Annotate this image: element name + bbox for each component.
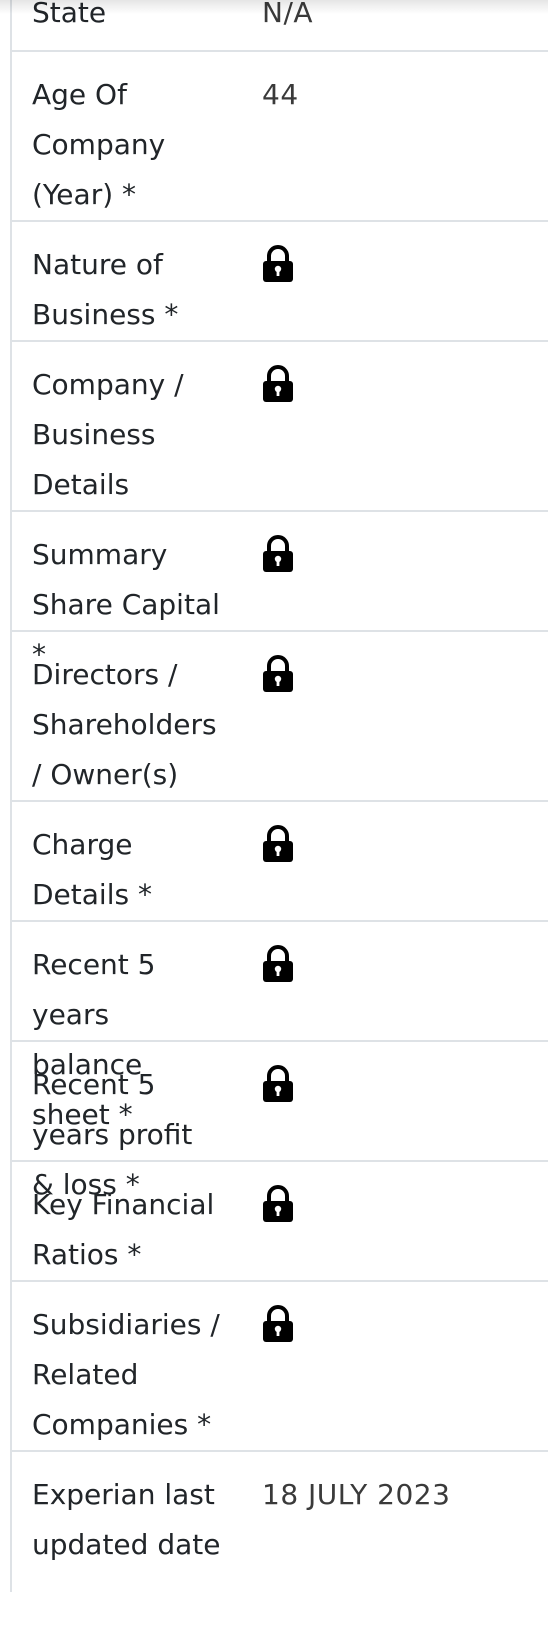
row-label: Nature of Business * bbox=[32, 248, 179, 331]
row-value bbox=[232, 1060, 548, 1160]
row-value: 18 JULY 2023 bbox=[262, 1478, 451, 1511]
table-row-summary-share-capital: Summary Share Capital * bbox=[12, 512, 548, 671]
row-value bbox=[232, 360, 548, 510]
table-row-key-financial-ratios: Key Financial Ratios * bbox=[12, 1162, 548, 1282]
row-label: Summary Share Capital * bbox=[32, 538, 220, 671]
table-row-charge-details: Charge Details * bbox=[12, 802, 548, 922]
table-row-directors-shareholders: Directors / Shareholders / Owner(s) bbox=[12, 632, 548, 802]
row-label: Charge Details * bbox=[32, 828, 152, 911]
row-value bbox=[232, 1180, 548, 1280]
lock-icon[interactable] bbox=[262, 1064, 294, 1120]
row-value bbox=[232, 530, 548, 630]
row-label: Subsidiaries / Related Companies * bbox=[32, 1308, 220, 1441]
lock-icon[interactable] bbox=[262, 534, 294, 590]
row-value bbox=[232, 650, 548, 800]
lock-icon[interactable] bbox=[262, 364, 294, 420]
table-row-balance-sheet: Recent 5 years balance sheet * bbox=[12, 922, 548, 1131]
table-row-age-of-company: Age Of Company (Year) * 44 bbox=[12, 52, 548, 222]
lock-icon[interactable] bbox=[262, 1304, 294, 1360]
row-label: Company / Business Details bbox=[32, 368, 184, 501]
row-label: Recent 5 years profit & loss * bbox=[32, 1068, 193, 1201]
table-row-nature-of-business: Nature of Business * bbox=[12, 222, 548, 342]
row-label: Directors / Shareholders / Owner(s) bbox=[32, 658, 217, 791]
lock-icon[interactable] bbox=[262, 244, 294, 300]
table-row-experian-updated: Experian last updated date 18 JULY 2023 bbox=[12, 1452, 548, 1592]
row-label: Recent 5 years balance sheet * bbox=[32, 948, 156, 1131]
table-row-subsidiaries: Subsidiaries / Related Companies * bbox=[12, 1282, 548, 1452]
table-row-profit-and-loss: Recent 5 years profit & loss * bbox=[12, 1042, 548, 1201]
company-info-table: State N/A Age Of Company (Year) * 44 Nat… bbox=[10, 0, 548, 1592]
row-label: Age Of Company (Year) * bbox=[32, 78, 166, 211]
table-row-company-business-details: Company / Business Details bbox=[12, 342, 548, 512]
table-row-state: State N/A bbox=[12, 0, 548, 52]
row-label: Experian last updated date bbox=[32, 1478, 221, 1561]
row-value bbox=[232, 940, 548, 1040]
lock-icon[interactable] bbox=[262, 1184, 294, 1240]
lock-icon[interactable] bbox=[262, 824, 294, 880]
row-label: State bbox=[32, 0, 107, 29]
row-value: N/A bbox=[262, 0, 314, 29]
lock-icon[interactable] bbox=[262, 654, 294, 710]
lock-icon[interactable] bbox=[262, 944, 294, 1000]
row-value bbox=[232, 1300, 548, 1450]
row-value bbox=[232, 820, 548, 920]
row-value: 44 bbox=[262, 78, 299, 111]
row-value bbox=[232, 240, 548, 340]
row-label: Key Financial Ratios * bbox=[32, 1188, 215, 1271]
